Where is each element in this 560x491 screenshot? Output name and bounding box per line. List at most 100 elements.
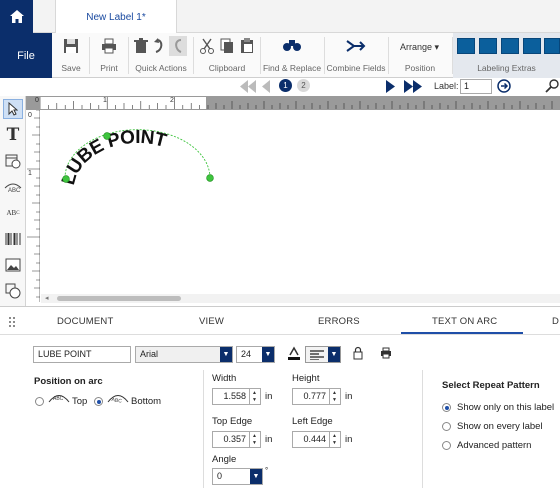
file-button[interactable]: File — [0, 33, 52, 78]
document-tab[interactable]: New Label 1* — [55, 0, 177, 34]
width-spinner-icon[interactable]: ▲ ▼ — [249, 389, 259, 404]
lock-icon[interactable] — [353, 346, 363, 360]
position-group: Arrange ▾ Position — [390, 33, 450, 78]
quick-actions-group: Quick Actions — [131, 33, 191, 78]
find-replace-label: Find & Replace — [262, 63, 322, 73]
drag-handle-icon[interactable] — [8, 316, 16, 328]
ruler-tick-1: 1 — [103, 97, 107, 104]
section-divider — [203, 370, 204, 488]
top-edge-label: Top Edge — [212, 416, 253, 427]
tab-document[interactable]: DOCUMENT — [57, 316, 114, 327]
binoculars-icon — [283, 40, 301, 51]
abc-tool-icon[interactable]: AB C — [3, 203, 23, 223]
zoom-icon[interactable] — [545, 79, 560, 93]
combine-fields-button[interactable]: Combine Fields — [326, 33, 386, 78]
properties-tabbar: DOCUMENT VIEW ERRORS TEXT ON ARC D — [0, 307, 560, 335]
text-color-icon[interactable] — [287, 346, 301, 361]
tab-view[interactable]: VIEW — [199, 316, 224, 327]
page-2-button[interactable]: 2 — [297, 79, 310, 92]
scroll-left-icon[interactable]: ◂ — [45, 294, 49, 302]
label-template-icon[interactable] — [457, 38, 475, 54]
arc-text-input[interactable]: LUBE POINT — [33, 346, 131, 363]
save-label: Save — [61, 63, 81, 73]
print-object-icon[interactable] — [380, 347, 392, 359]
page-1-button[interactable]: 1 — [279, 79, 292, 92]
arrange-label: Arrange — [400, 42, 433, 52]
bottom-radio[interactable] — [94, 397, 103, 406]
save-icon — [64, 39, 78, 53]
undo-icon[interactable] — [153, 38, 165, 54]
redo-icon[interactable] — [169, 36, 187, 56]
ruler-tick-0: 0 — [35, 97, 39, 104]
vertical-ruler-ticks — [27, 110, 40, 298]
svg-text:ABC: ABC — [111, 397, 123, 404]
labeling-extras-group: Labeling Extras — [453, 33, 560, 78]
font-dropdown-icon[interactable]: ▼ — [220, 347, 232, 362]
image-tool[interactable] — [3, 255, 23, 275]
labeling-extras-label: Labeling Extras — [477, 63, 536, 73]
top-handle[interactable] — [103, 132, 111, 140]
print-label: Print — [100, 63, 118, 73]
print-button[interactable]: Print — [92, 33, 126, 78]
repeat-option-radio-2[interactable] — [442, 422, 451, 431]
date-time-tool[interactable] — [3, 151, 23, 171]
pointer-icon — [8, 102, 18, 116]
cut-icon[interactable] — [200, 38, 214, 54]
repeat-option-label-2: Show on every label — [457, 421, 543, 432]
sequence-icon[interactable] — [523, 38, 541, 54]
label-number-input[interactable]: 1 — [460, 79, 492, 94]
paste-icon[interactable] — [240, 38, 254, 54]
repeat-option-radio-1[interactable] — [442, 403, 451, 412]
barcode-icon — [5, 233, 21, 245]
size-dropdown-icon[interactable]: ▼ — [262, 347, 274, 362]
select-tool[interactable] — [3, 99, 23, 119]
alignment-dropdown-icon[interactable]: ▼ — [328, 347, 340, 362]
svg-text:ABC: ABC — [8, 188, 21, 194]
arc-bottom-icon: ABC — [107, 395, 129, 404]
font-size-label: 24 — [241, 349, 252, 359]
align-left-icon — [310, 350, 324, 360]
calendar-clock-icon — [5, 154, 21, 169]
tab-more[interactable]: D — [552, 316, 559, 327]
repeat-option-label-3: Advanced pattern — [457, 440, 532, 451]
label-caption: Label: — [434, 81, 459, 91]
first-page-icon[interactable] — [240, 80, 274, 93]
barcode-extra-icon[interactable] — [501, 38, 519, 54]
save-button[interactable]: Save — [56, 33, 86, 78]
tab-errors[interactable]: ERRORS — [318, 316, 360, 327]
arrange-dropdown[interactable]: Arrange ▾ — [400, 42, 439, 53]
serial-number-icon[interactable] — [479, 38, 497, 54]
go-arrow-icon[interactable] — [497, 79, 511, 93]
vruler-tick-0: 0 — [28, 112, 32, 119]
tab-text-on-arc[interactable]: TEXT ON ARC — [432, 316, 497, 327]
height-unit: in — [345, 391, 353, 402]
font-select[interactable]: Arial — [135, 346, 233, 363]
page-1-label: 1 — [283, 81, 288, 90]
top-radio[interactable] — [35, 397, 44, 406]
horizontal-scrollbar[interactable]: ◂ — [41, 294, 560, 303]
next-page-icon[interactable] — [386, 80, 422, 93]
right-handle[interactable] — [206, 174, 214, 182]
text-tool-icon[interactable]: T — [3, 125, 23, 145]
height-spinner-icon[interactable]: ▲ ▼ — [329, 389, 339, 404]
left-handle[interactable] — [62, 175, 70, 183]
scroll-thumb[interactable] — [57, 296, 181, 301]
text-arc-tool[interactable]: ABC — [3, 177, 23, 197]
home-button[interactable] — [0, 0, 33, 33]
trash-icon[interactable] — [134, 38, 148, 54]
ribbon-divider — [388, 37, 389, 74]
height-label: Height — [292, 373, 320, 384]
numbering-icon[interactable] — [544, 38, 560, 54]
barcode-tool[interactable] — [3, 229, 23, 249]
left-edge-spinner-icon[interactable]: ▲ ▼ — [329, 432, 339, 447]
arc-text-object[interactable]: LUBE POINT — [41, 110, 560, 296]
copy-icon[interactable] — [220, 38, 234, 54]
image-icon — [5, 258, 21, 272]
repeat-option-radio-3[interactable] — [442, 441, 451, 450]
bottom-option-label: Bottom — [131, 396, 162, 407]
top-edge-spinner-icon[interactable]: ▲ ▼ — [249, 432, 259, 447]
font-select-label: Arial — [140, 349, 159, 359]
shape-tool[interactable] — [3, 281, 23, 301]
angle-dropdown-icon[interactable]: ▼ — [250, 469, 262, 484]
find-replace-button[interactable]: Find & Replace — [262, 33, 322, 78]
